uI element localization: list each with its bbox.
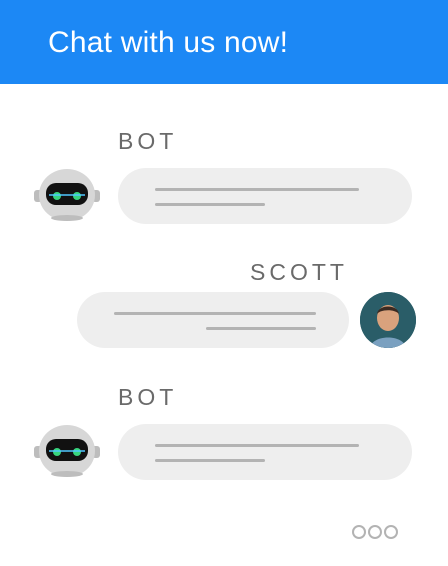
robot-icon [34,425,100,477]
robot-icon [34,169,100,221]
sender-label: BOT [118,384,178,410]
chat-title: Chat with us now! [48,26,289,59]
message-bubble [118,168,412,224]
person-icon [360,292,416,348]
sender-label: SCOTT [250,259,348,285]
message-line [206,327,316,330]
message-line [155,444,359,447]
message-line [155,459,265,462]
chat-header: Chat with us now! [0,0,448,84]
message-line [155,188,359,191]
message-bubble [77,292,349,348]
message-bubble [118,424,412,480]
user-avatar [360,292,416,348]
sender-label: BOT [118,128,178,154]
typing-dots-icon [352,524,400,540]
message-line [114,312,316,315]
message-line [155,203,265,206]
